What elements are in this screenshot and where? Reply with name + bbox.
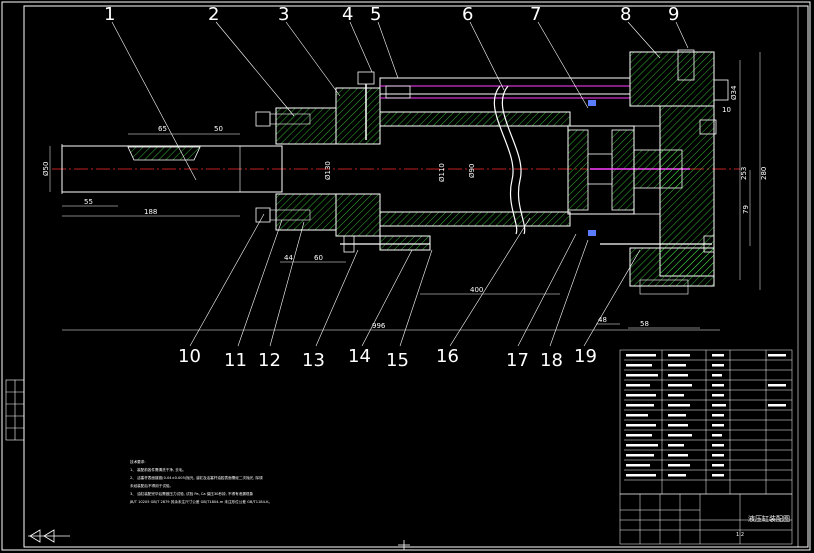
part-label-7: 7 [530, 4, 542, 25]
notes-line: 2、 活塞杆表面镀铬(0.04±0.005)抛光, 油缸及活塞杆油腔表面需经二次… [130, 476, 263, 480]
part-label-10: 10 [178, 346, 201, 367]
part-label-2: 2 [208, 4, 220, 25]
dim-48: 48 [598, 316, 607, 324]
drawing-scale: 1:2 [736, 532, 745, 538]
dim-58: 58 [640, 320, 649, 328]
part-label-9: 9 [668, 4, 680, 25]
part-label-8: 8 [620, 4, 632, 25]
dim-188: 188 [144, 208, 157, 216]
dim-400: 400 [470, 286, 483, 294]
dim-60: 60 [314, 254, 323, 262]
dim-phi110: Ø110 [438, 163, 446, 182]
part-label-5: 5 [370, 4, 382, 25]
part-label-17: 17 [506, 350, 529, 371]
dim-55: 55 [84, 198, 93, 206]
dim-44: 44 [284, 254, 293, 262]
part-label-13: 13 [302, 350, 325, 371]
part-label-3: 3 [278, 4, 290, 25]
notes-line: 3、 油缸装配完毕后需做压力试验, 试验 Pa, Ca 保压30秒钟, 不得有泄… [130, 492, 254, 496]
dim-79: 79 [742, 205, 750, 214]
dim-65: 65 [158, 125, 167, 133]
dim-phi90: Ø90 [468, 164, 476, 178]
dim-996: 996 [372, 322, 386, 330]
part-label-12: 12 [258, 350, 281, 371]
left-revision-strip [5, 379, 25, 441]
part-label-16: 16 [436, 346, 459, 367]
part-label-4: 4 [342, 4, 354, 25]
part-label-11: 11 [224, 350, 247, 371]
dim-phi130: Ø130 [324, 161, 332, 180]
part-label-18: 18 [540, 350, 563, 371]
notes-heading: 技术要求: [130, 460, 146, 464]
dim-253: 253 [740, 167, 748, 180]
parts-list-table [619, 349, 793, 495]
notes-line: JB/T 10205 GB/T 2879 其余未注尺寸公差 GB/T1804-m… [130, 500, 273, 504]
port-marker [588, 100, 596, 106]
part-label-6: 6 [462, 4, 474, 25]
part-label-15: 15 [386, 350, 409, 371]
notes-line: 1、 装配前各件需清洗干净, 去毛。 [130, 468, 187, 472]
technical-notes: 技术要求: 1、 装配前各件需清洗干净, 去毛。 2、 活塞杆表面镀铬(0.04… [130, 458, 380, 506]
dim-10: 10 [722, 106, 731, 114]
part-label-19: 19 [574, 346, 597, 367]
front-cover [255, 71, 381, 237]
drawing-title: 液压缸装配图 [748, 515, 790, 523]
dim-phi50: Ø50 [42, 162, 50, 176]
dim-phi34: Ø34 [730, 85, 738, 100]
cad-drawing: 65 50 55 188 44 60 400 996 48 58 10 Ø50 … [1, 1, 811, 551]
dim-280: 280 [760, 167, 768, 180]
notes-line: 未经装配后不得用于试验。 [130, 484, 174, 488]
port-marker [588, 230, 596, 236]
dim-50: 50 [214, 125, 223, 133]
part-label-14: 14 [348, 346, 371, 367]
part-label-1: 1 [104, 4, 116, 25]
